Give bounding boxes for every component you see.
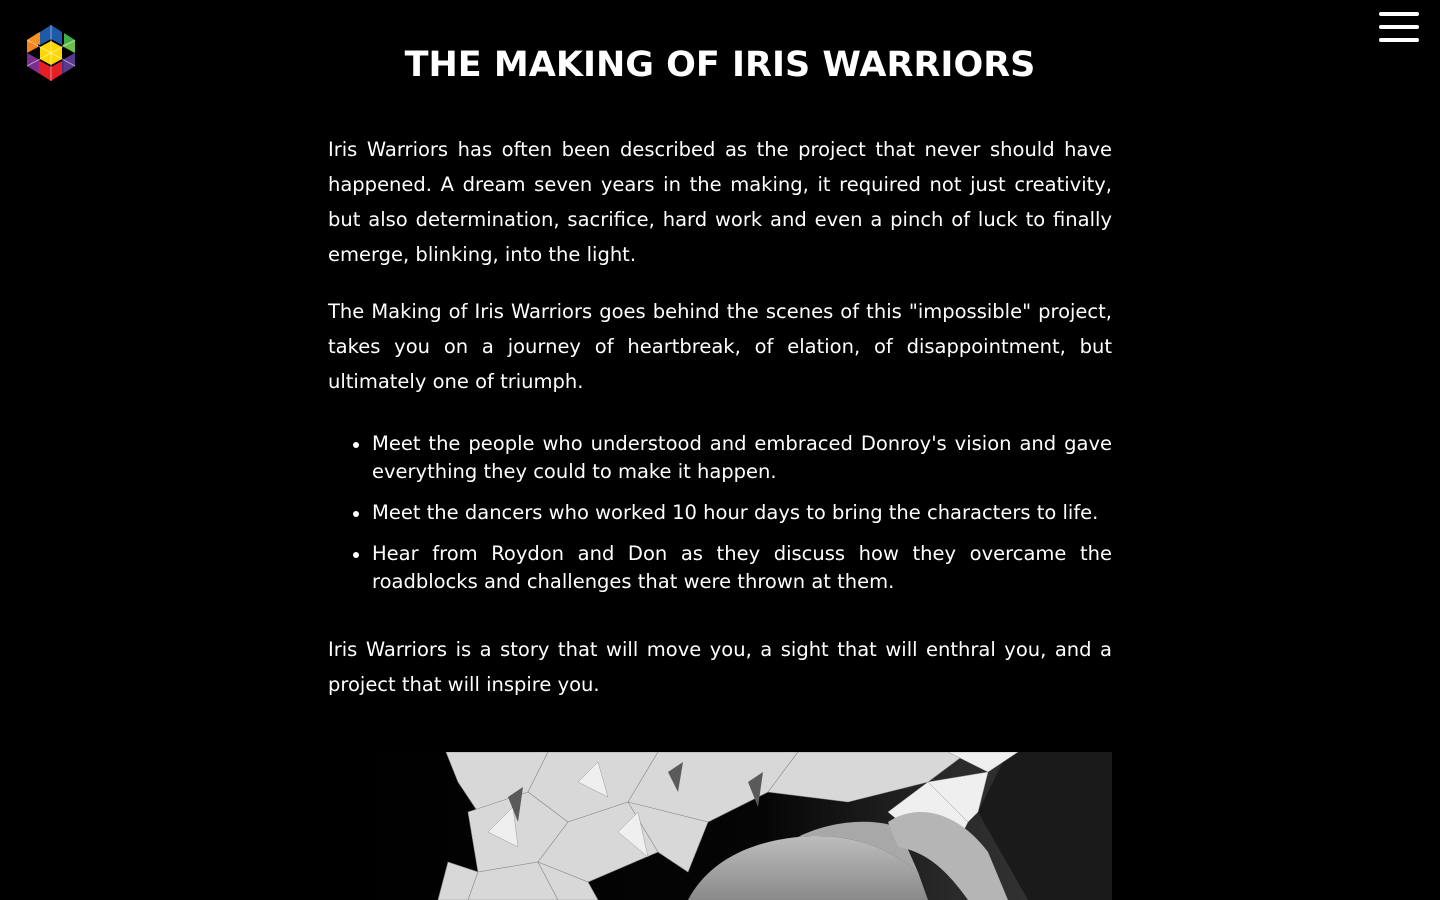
highlights-list: Meet the people who understood and embra… xyxy=(328,430,1112,596)
intro-paragraph: Iris Warriors has often been described a… xyxy=(328,138,1112,266)
list-item: Meet the dancers who worked 10 hour days… xyxy=(353,499,1112,527)
article-body: Iris Warriors has often been described a… xyxy=(328,132,1112,702)
list-item: Hear from Roydon and Don as they discuss… xyxy=(353,540,1112,596)
hamburger-menu-icon-bar xyxy=(1379,25,1419,29)
costumed-dancer-photo xyxy=(328,752,1112,900)
list-item: Meet the people who understood and embra… xyxy=(353,430,1112,486)
closing-paragraph: Iris Warriors is a story that will move … xyxy=(328,638,1112,696)
dancer-photo xyxy=(328,752,1112,900)
description-paragraph: The Making of Iris Warriors goes behind … xyxy=(328,300,1112,393)
page-title: THE MAKING OF IRIS WARRIORS xyxy=(404,45,1036,85)
hamburger-menu-icon-bar xyxy=(1379,12,1419,16)
